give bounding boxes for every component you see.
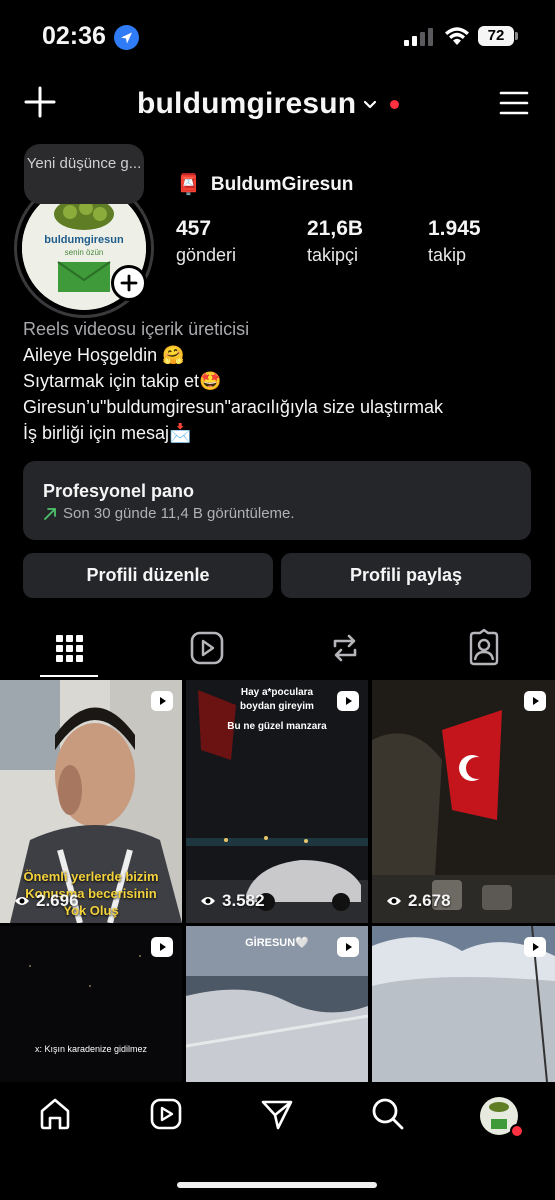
stat-followers-label: takipçi [307, 245, 359, 265]
reposts-icon[interactable] [326, 628, 364, 668]
note-text: Yeni düşünce g... [26, 155, 142, 172]
add-story-button[interactable] [111, 265, 147, 301]
post-caption-line: Bu ne güzel manzara [227, 721, 327, 732]
grid-icon[interactable] [50, 628, 88, 668]
battery-tip [515, 32, 518, 40]
pro-panel-subtitle: Son 30 günde 11,4 B görüntüleme. [63, 505, 295, 522]
bio: Reels videosu içerik üreticisi Aileye Ho… [23, 316, 443, 446]
professional-dashboard[interactable]: Profesyonel pano Son 30 günde 11,4 B gör… [23, 461, 531, 540]
battery-indicator: 72 [478, 26, 514, 46]
home-icon[interactable] [38, 1097, 72, 1131]
reel-badge-icon [337, 937, 359, 957]
reel-badge-icon [524, 937, 546, 957]
post-thumbnail [372, 680, 555, 923]
display-name-row: 📮 BuldumGiresun [176, 172, 353, 197]
reel-badge-icon [337, 691, 359, 711]
note-bubble[interactable]: Yeni düşünce g... [24, 144, 144, 204]
location-icon [114, 25, 139, 50]
grid-post-3[interactable]: 2.678 [372, 680, 555, 923]
home-indicator [177, 1182, 377, 1188]
display-name: BuldumGiresun [210, 173, 354, 195]
stat-posts[interactable]: 457 gönderi [176, 217, 236, 266]
stat-following[interactable]: 1.945 takip [428, 217, 481, 266]
share-profile-button[interactable]: Profili paylaş [281, 553, 531, 598]
bio-line: Sıytarmak için takip et🤩 [23, 371, 222, 391]
pro-panel-title: Profesyonel pano [43, 481, 195, 501]
stat-posts-value: 457 [176, 217, 212, 240]
plus-icon [120, 274, 138, 292]
post-views: 2.678 [386, 891, 451, 911]
post-caption-overlay: x: Kışın karadenize gidilmez [34, 1044, 148, 1054]
tagged-icon[interactable] [465, 628, 503, 668]
post-views: 3.582 [200, 891, 265, 911]
pro-panel-subtitle-row: Son 30 günde 11,4 B görüntüleme. [43, 505, 295, 522]
stat-followers[interactable]: 21,6B takipçi [307, 217, 363, 266]
active-tab-indicator [40, 675, 98, 677]
grid-post-2[interactable]: Hay a*poculara boydan gireyim Bu ne güze… [186, 680, 368, 923]
post-views-count: 3.582 [222, 891, 265, 910]
account-switcher[interactable]: buldumgiresun [137, 84, 400, 124]
post-views: 2.696 [14, 891, 79, 911]
stat-following-label: takip [428, 245, 467, 265]
grid-post-6[interactable] [372, 926, 555, 1082]
search-icon[interactable] [371, 1097, 405, 1131]
notification-dot [510, 1124, 524, 1138]
edit-profile-button[interactable]: Profili düzenle [23, 553, 273, 598]
notification-dot [390, 99, 400, 109]
bio-line: İş birliği için mesaj📩 [23, 423, 192, 443]
signal-icon [404, 28, 433, 46]
post-caption-line: Önemli yerlerde bizim [23, 869, 159, 884]
stat-following-value: 1.945 [428, 217, 481, 240]
post-views-count: 2.696 [36, 891, 79, 910]
reel-badge-icon [151, 937, 173, 957]
post-views-count: 2.678 [408, 891, 451, 910]
eye-icon [201, 897, 215, 905]
avatar-brand-name: buldumgiresun [44, 234, 124, 246]
direct-icon[interactable] [260, 1097, 294, 1131]
status-time: 02:36 [42, 22, 106, 50]
bio-line: Aileye Hoşgeldin 🤗 [23, 345, 185, 365]
menu-hamburger-icon[interactable] [499, 90, 529, 116]
eye-icon [15, 897, 29, 905]
reel-badge-icon [524, 691, 546, 711]
wifi-icon [445, 27, 469, 45]
mailbox-emoji: 📮 [176, 174, 201, 196]
bio-category: Reels videosu içerik üreticisi [23, 319, 250, 339]
grid-post-5[interactable]: GİRESUN🤍 [186, 926, 368, 1082]
grid-post-1[interactable]: Önemli yerlerde bizim Konuşma becerisini… [0, 680, 182, 923]
reel-badge-icon [151, 691, 173, 711]
eye-icon [387, 897, 401, 905]
reels-icon[interactable] [188, 628, 226, 668]
grid-post-4[interactable]: x: Kışın karadenize gidilmez [0, 926, 182, 1082]
bio-line: Giresun’u"buldumgiresun"aracılığıyla siz… [23, 397, 443, 417]
trend-up-icon [44, 507, 56, 520]
header-username: buldumgiresun [137, 87, 357, 120]
stat-followers-value: 21,6B [307, 217, 364, 240]
stat-posts-label: gönderi [176, 245, 237, 265]
reels-icon[interactable] [149, 1097, 183, 1131]
chevron-down-icon [364, 100, 377, 109]
avatar-brand-tag: senin özün [64, 248, 104, 257]
create-plus-icon[interactable] [24, 86, 56, 118]
